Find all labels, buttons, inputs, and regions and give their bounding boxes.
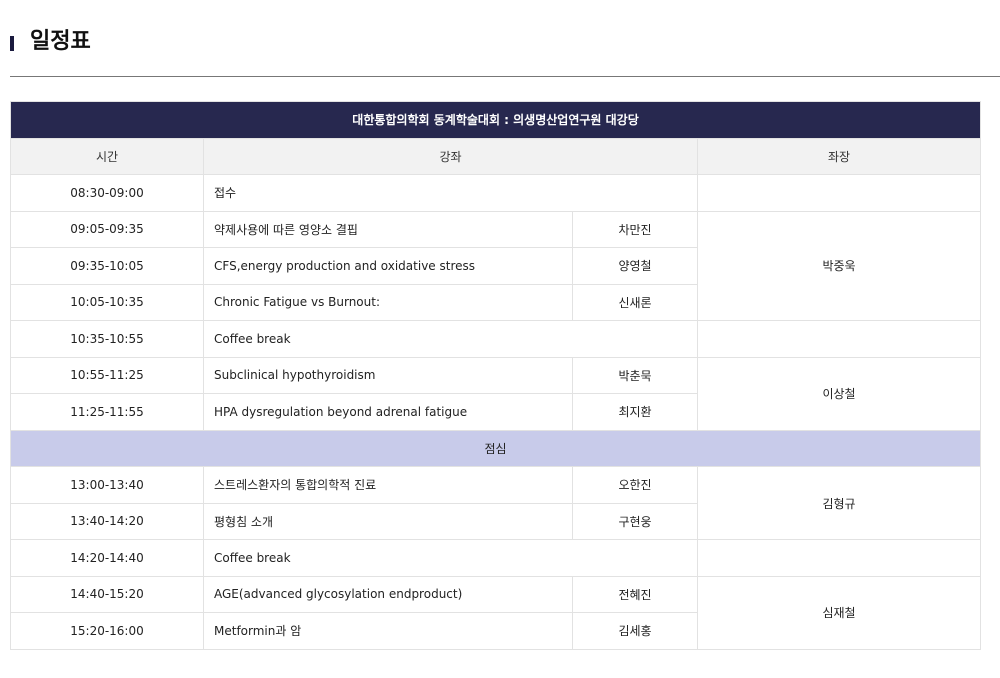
lecture-cell: 스트레스환자의 통합의학적 진료: [203, 466, 573, 504]
table-caption-row: 대한통합의학회 동계학술대회 : 의생명산업연구원 대강당: [9, 101, 982, 139]
lecture-cell: Coffee break: [203, 320, 698, 358]
speaker-cell: 전혜진: [572, 575, 698, 613]
table-caption: 대한통합의학회 동계학술대회 : 의생명산업연구원 대강당: [9, 101, 982, 139]
lecture-cell: Coffee break: [203, 539, 698, 577]
speaker-cell: 차만진: [572, 210, 698, 248]
lunch-label: 점심: [9, 429, 982, 467]
column-header-lecture: 강좌: [203, 137, 698, 175]
lecture-cell: AGE(advanced glycosylation endproduct): [203, 575, 573, 613]
lunch-row: 점심: [9, 429, 982, 467]
page-heading: 일정표: [10, 30, 610, 54]
lecture-cell: HPA dysregulation beyond adrenal fatigue: [203, 393, 573, 431]
table-row: 10:55-11:25 Subclinical hypothyroidism 박…: [10, 356, 982, 431]
table-row: 10:35-10:55 Coffee break: [10, 320, 982, 358]
chair-cell-empty: [696, 539, 982, 577]
table-row: 13:00-13:40 스트레스환자의 통합의학적 진료 오한진 김형규: [10, 466, 982, 540]
title-divider: [10, 76, 1000, 77]
time-cell: 14:40-15:20: [10, 575, 204, 613]
chair-cell: 김형규: [696, 466, 982, 540]
chair-cell: 이상철: [696, 356, 982, 431]
time-cell: 11:25-11:55: [10, 393, 204, 431]
time-cell: 15:20-16:00: [10, 612, 204, 650]
column-header-chair: 좌장: [696, 137, 982, 175]
time-cell: 10:35-10:55: [10, 320, 204, 358]
lecture-cell: 접수: [203, 174, 698, 212]
chair-cell-empty: [696, 174, 982, 212]
chair-cell: 박중욱: [696, 210, 982, 321]
time-cell: 10:05-10:35: [10, 283, 204, 321]
speaker-cell: 김세홍: [572, 612, 698, 650]
lecture-cell: Subclinical hypothyroidism: [203, 356, 573, 394]
lecture-cell: Chronic Fatigue vs Burnout:: [203, 283, 573, 321]
time-cell: 09:05-09:35: [10, 210, 204, 248]
speaker-cell: 박춘묵: [572, 356, 698, 394]
heading-accent-bar: [10, 36, 14, 51]
time-cell: 14:20-14:40: [10, 539, 204, 577]
time-cell: 13:40-14:20: [10, 502, 204, 540]
speaker-cell: 신새론: [572, 283, 698, 321]
lecture-cell: 평형침 소개: [203, 502, 573, 540]
column-header-time: 시간: [10, 137, 204, 175]
speaker-cell: 최지환: [572, 393, 698, 431]
table-row: 14:40-15:20 AGE(advanced glycosylation e…: [10, 575, 982, 650]
table-row: 14:20-14:40 Coffee break: [10, 539, 982, 577]
time-cell: 10:55-11:25: [10, 356, 204, 394]
column-header-row: 시간 강좌 좌장: [10, 137, 982, 175]
lecture-cell: Metformin과 암: [203, 612, 573, 650]
speaker-cell: 구현웅: [572, 502, 698, 540]
time-cell: 09:35-10:05: [10, 247, 204, 285]
schedule-table: 대한통합의학회 동계학술대회 : 의생명산업연구원 대강당 시간 강좌 좌장 0…: [9, 101, 982, 650]
lecture-cell: CFS,energy production and oxidative stre…: [203, 247, 573, 285]
time-cell: 08:30-09:00: [10, 174, 204, 212]
time-cell: 13:00-13:40: [10, 466, 204, 504]
table-row: 08:30-09:00 접수: [10, 174, 982, 212]
page-title: 일정표: [30, 29, 91, 54]
lecture-cell: 약제사용에 따른 영양소 결핍: [203, 210, 573, 248]
speaker-cell: 오한진: [572, 466, 698, 504]
chair-cell-empty: [696, 320, 982, 358]
speaker-cell: 양영철: [572, 247, 698, 285]
chair-cell: 심재철: [696, 575, 982, 650]
table-row: 09:05-09:35 약제사용에 따른 영양소 결핍 차만진 박중욱: [10, 210, 982, 321]
